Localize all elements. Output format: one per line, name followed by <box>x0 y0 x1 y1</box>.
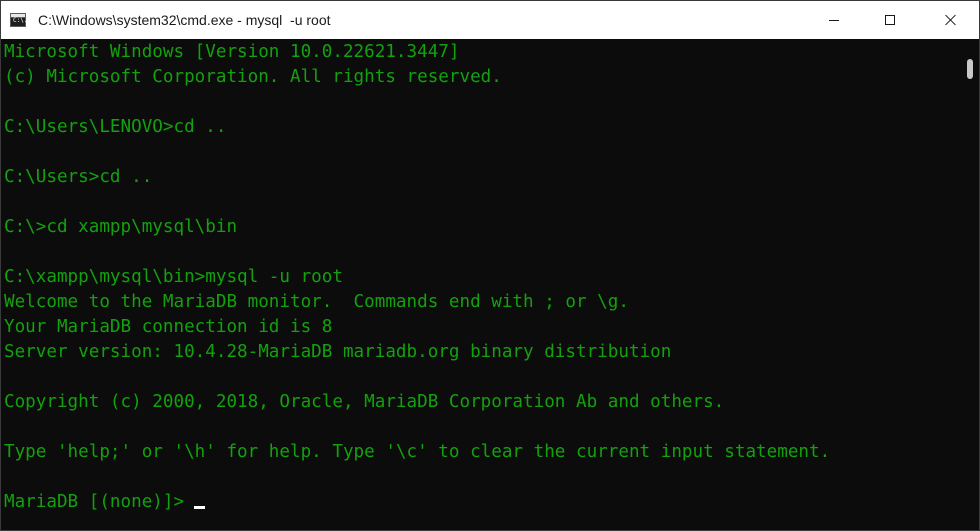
cmd-icon[interactable]: C:\. <box>10 13 28 27</box>
console-line: Microsoft Windows [Version 10.0.22621.34… <box>4 42 460 62</box>
close-button[interactable] <box>923 1 979 39</box>
console-line: Welcome to the MariaDB monitor. Commands… <box>4 292 629 312</box>
minimize-button[interactable] <box>811 1 857 39</box>
console-line: Your MariaDB connection id is 8 <box>4 317 333 337</box>
console-line: C:\Users\LENOVO>cd .. <box>4 117 227 137</box>
cmd-icon-label: C:\. <box>13 17 28 24</box>
prompt-line[interactable]: MariaDB [(none)]> <box>4 490 961 515</box>
console-line: (c) Microsoft Corporation. All rights re… <box>4 67 502 87</box>
window-title: C:\Windows\system32\cmd.exe - mysql -u r… <box>38 12 331 28</box>
console-line: C:\>cd xampp\mysql\bin <box>4 217 238 237</box>
minimize-icon <box>829 19 839 21</box>
console-line: Copyright (c) 2000, 2018, Oracle, MariaD… <box>4 392 725 412</box>
vertical-scrollbar[interactable] <box>962 39 979 530</box>
console-line: C:\Users>cd .. <box>4 167 153 187</box>
mariadb-prompt: MariaDB [(none)]> <box>4 492 185 512</box>
scrollbar-thumb[interactable] <box>967 59 973 79</box>
cmd-window: C:\. C:\Windows\system32\cmd.exe - mysql… <box>0 0 980 531</box>
maximize-icon <box>885 15 895 25</box>
maximize-button[interactable] <box>867 1 913 39</box>
console-line: Type 'help;' or '\h' for help. Type '\c'… <box>4 442 831 462</box>
close-icon <box>945 14 957 26</box>
console-line: Server version: 10.4.28-MariaDB mariadb.… <box>4 342 672 362</box>
console-output[interactable]: Microsoft Windows [Version 10.0.22621.34… <box>1 39 961 530</box>
title-bar[interactable]: C:\. C:\Windows\system32\cmd.exe - mysql… <box>1 1 979 39</box>
console-line: C:\xampp\mysql\bin>mysql -u root <box>4 267 343 287</box>
text-cursor <box>194 506 206 509</box>
